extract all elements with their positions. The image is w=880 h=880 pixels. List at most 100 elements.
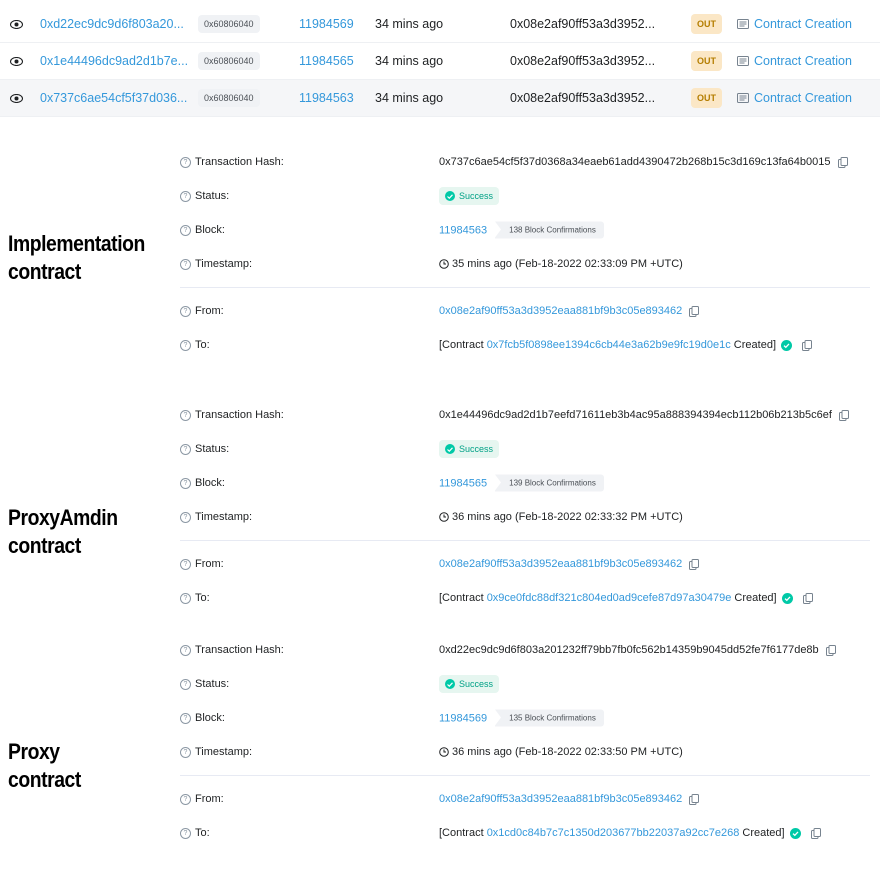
timestamp-label: Timestamp:	[195, 511, 253, 523]
from-label: From:	[195, 305, 224, 317]
eye-icon[interactable]	[9, 91, 23, 105]
help-icon[interactable]: ?	[180, 190, 191, 202]
timestamp-row: ? Timestamp: 35 mins ago (Feb-18-2022 02:…	[180, 247, 870, 281]
block-link[interactable]: 11984565	[299, 54, 354, 68]
contract-creation-link[interactable]: Contract Creation	[737, 54, 852, 68]
status-label: Status:	[195, 190, 230, 202]
tx-hash-label: Transaction Hash:	[195, 644, 284, 656]
help-icon[interactable]: ?	[180, 409, 191, 421]
from-row: ? From: 0x08e2af90ff53a3d3952eaa881bf9b3c…	[180, 294, 870, 328]
to-row: ? To: [Contract 0x1cd0c84b7c7c1350d203677…	[180, 816, 870, 850]
tx-hash-value: 0x737c6ae54cf5f37d0368a34eaeb61add439047…	[439, 156, 831, 168]
help-icon[interactable]: ?	[180, 443, 191, 455]
block-number-link[interactable]: 11984569	[439, 712, 487, 724]
help-icon[interactable]: ?	[180, 156, 191, 168]
contract-creation-link[interactable]: Contract Creation	[737, 17, 852, 31]
contract-address-link[interactable]: 0x1cd0c84b7c7c1350d203677bb22037a92cc7e2…	[487, 827, 740, 839]
side-label-line2: contract	[8, 767, 81, 792]
verified-check-icon	[781, 339, 792, 351]
timestamp-value: 36 mins ago (Feb-18-2022 02:33:50 PM +UT…	[452, 746, 683, 758]
copy-icon[interactable]	[837, 156, 848, 168]
from-address: 0x08e2af90ff53a3d3952...	[510, 54, 656, 68]
status-badge: Success	[439, 440, 500, 458]
help-icon[interactable]: ?	[180, 305, 191, 317]
from-address-link[interactable]: 0x08e2af90ff53a3d3952eaa881bf9b3c05e8934…	[439, 793, 682, 805]
to-label: To:	[195, 827, 210, 839]
from-address-link[interactable]: 0x08e2af90ff53a3d3952eaa881bf9b3c05e8934…	[439, 305, 682, 317]
copy-icon[interactable]	[689, 305, 700, 317]
block-link[interactable]: 11984569	[299, 17, 354, 31]
help-icon[interactable]: ?	[180, 793, 191, 805]
table-row: 0xd22ec9dc9d6f803a20... 0x60806040 11984…	[0, 6, 880, 43]
tx-hash-link[interactable]: 0xd22ec9dc9d6f803a20...	[40, 17, 184, 31]
to-row: ? To: [Contract 0x7fcb5f0898ee1394c6cb44e…	[180, 328, 870, 362]
block-link[interactable]: 11984563	[299, 91, 354, 105]
method-badge: 0x60806040	[198, 89, 260, 107]
contract-address-link[interactable]: 0x9ce0fdc88df321c804ed0ad9cefe87d97a3047…	[487, 592, 732, 604]
from-address: 0x08e2af90ff53a3d3952...	[510, 17, 656, 31]
contract-creation-link[interactable]: Contract Creation	[737, 91, 852, 105]
block-row: ? Block: 11984563 138 Block Confirmations	[180, 213, 870, 247]
help-icon[interactable]: ?	[180, 746, 191, 758]
to-suffix: Created]	[739, 827, 785, 839]
help-icon[interactable]: ?	[180, 477, 191, 489]
side-label-line1: Implementation	[8, 231, 145, 256]
status-label: Status:	[195, 443, 230, 455]
confirmations-badge: 135 Block Confirmations	[495, 709, 604, 727]
eye-icon[interactable]	[9, 17, 23, 31]
help-icon[interactable]: ?	[180, 592, 191, 604]
tx-details-implementation: ? Transaction Hash: 0x737c6ae54cf5f37d036…	[180, 145, 870, 362]
clock-icon	[439, 512, 449, 522]
method-badge: 0x60806040	[198, 52, 260, 70]
contract-address-link[interactable]: 0x7fcb5f0898ee1394c6cb44e3a62b9e9fc19d0e…	[487, 339, 731, 351]
help-icon[interactable]: ?	[180, 644, 191, 656]
copy-icon[interactable]	[689, 793, 700, 805]
help-icon[interactable]: ?	[180, 678, 191, 690]
direction-badge: OUT	[691, 88, 722, 108]
contract-creation-label: Contract Creation	[754, 91, 852, 105]
age-text: 34 mins ago	[375, 17, 444, 31]
help-icon[interactable]: ?	[180, 258, 191, 270]
copy-icon[interactable]	[825, 644, 836, 656]
age-text: 34 mins ago	[375, 91, 444, 105]
block-number-link[interactable]: 11984563	[439, 224, 487, 236]
copy-icon[interactable]	[838, 409, 849, 421]
timestamp-value: 36 mins ago (Feb-18-2022 02:33:32 PM +UT…	[452, 511, 683, 523]
copy-icon[interactable]	[810, 827, 821, 839]
document-icon	[737, 56, 749, 66]
divider	[180, 287, 870, 288]
block-number-link[interactable]: 11984565	[439, 477, 487, 489]
copy-icon[interactable]	[802, 592, 813, 604]
block-row: ? Block: 11984565 139 Block Confirmations	[180, 466, 870, 500]
help-icon[interactable]: ?	[180, 339, 191, 351]
from-label: From:	[195, 793, 224, 805]
tx-hash-link[interactable]: 0x737c6ae54cf5f37d036...	[40, 91, 187, 105]
tx-details-proxyadmin: ? Transaction Hash: 0x1e44496dc9ad2d1b7ee…	[180, 398, 870, 615]
direction-badge: OUT	[691, 14, 722, 34]
verified-check-icon	[789, 827, 801, 839]
to-label: To:	[195, 339, 210, 351]
block-label: Block:	[195, 224, 225, 236]
status-text: Success	[459, 191, 494, 201]
side-label-line1: Proxy	[8, 739, 60, 764]
tx-hash-row: ? Transaction Hash: 0x1e44496dc9ad2d1b7ee…	[180, 398, 870, 432]
status-row: ? Status: Success	[180, 179, 870, 213]
verified-check-icon	[781, 592, 793, 604]
help-icon[interactable]: ?	[180, 558, 191, 570]
from-label: From:	[195, 558, 224, 570]
help-icon[interactable]: ?	[180, 511, 191, 523]
eye-icon[interactable]	[9, 54, 23, 68]
implementation-contract-label: Implementation contract	[8, 230, 145, 286]
status-text: Success	[459, 444, 494, 454]
copy-icon[interactable]	[689, 558, 700, 570]
copy-icon[interactable]	[802, 339, 812, 351]
help-icon[interactable]: ?	[180, 827, 191, 839]
help-icon[interactable]: ?	[180, 712, 191, 724]
help-icon[interactable]: ?	[180, 224, 191, 236]
from-address-link[interactable]: 0x08e2af90ff53a3d3952eaa881bf9b3c05e8934…	[439, 558, 682, 570]
block-label: Block:	[195, 477, 225, 489]
tx-hash-label: Transaction Hash:	[195, 409, 284, 421]
status-row: ? Status: Success	[180, 667, 870, 701]
tx-hash-link[interactable]: 0x1e44496dc9ad2d1b7e...	[40, 54, 188, 68]
check-circle-icon	[445, 191, 455, 201]
